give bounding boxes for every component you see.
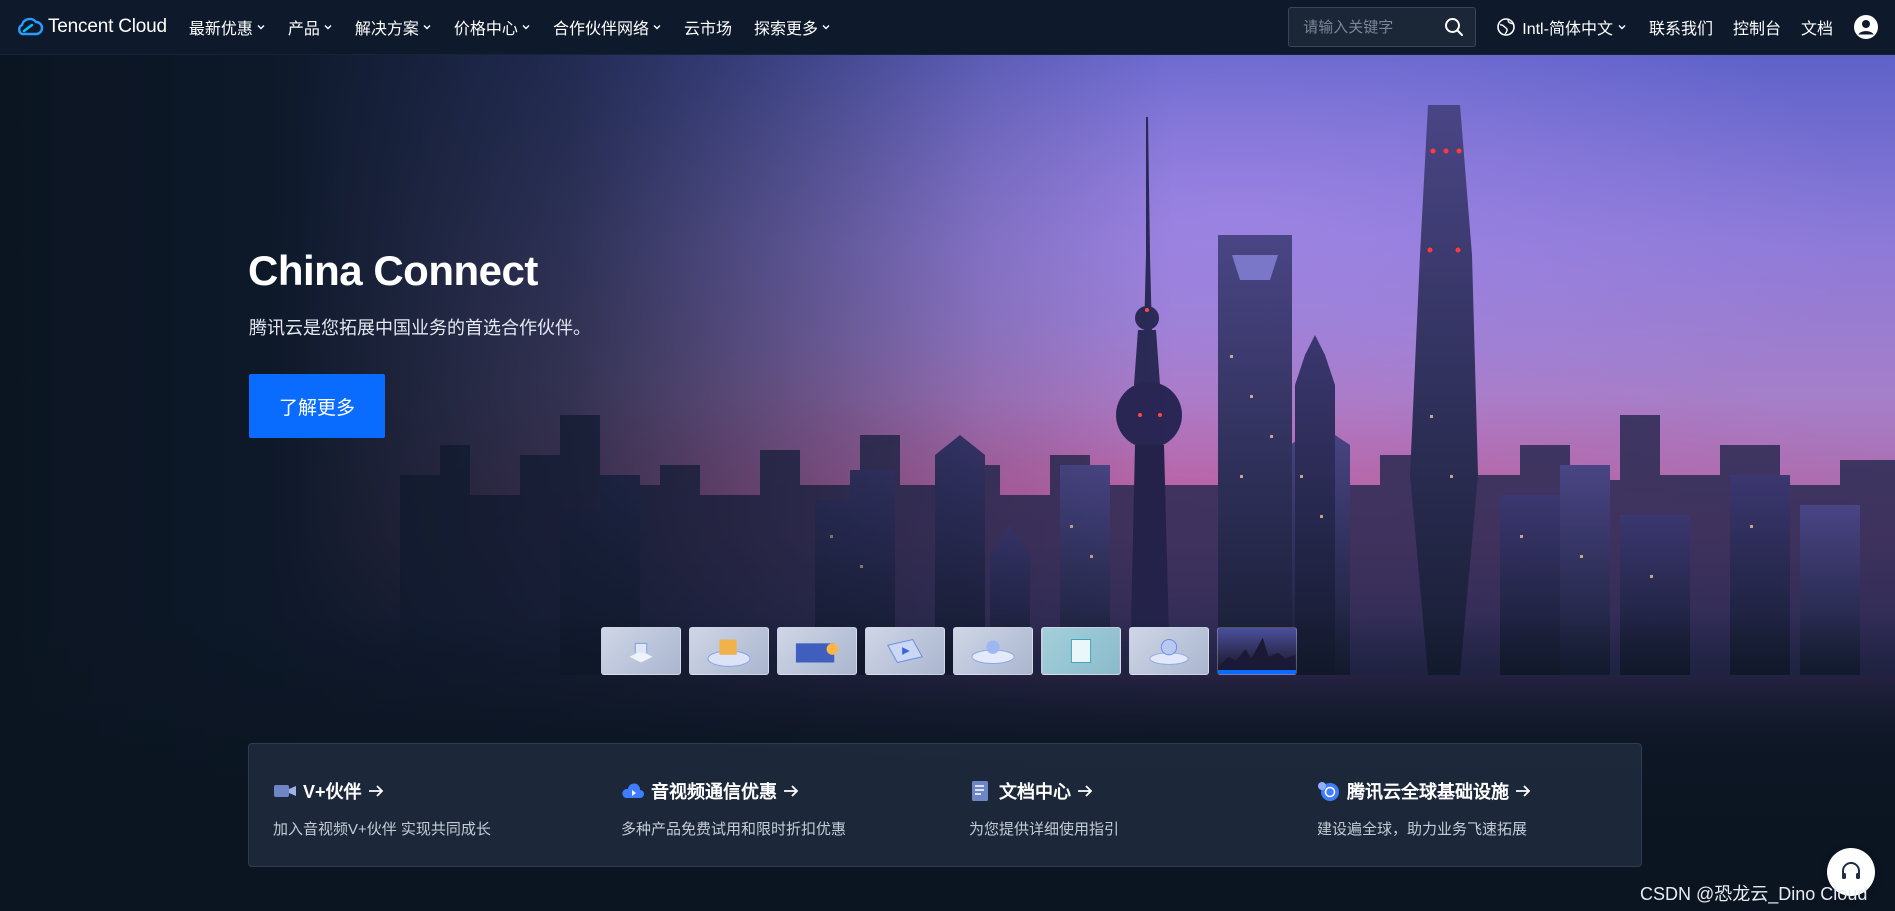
isometric-server-icon bbox=[629, 642, 653, 663]
card-description: 为您提供详细使用指引 bbox=[969, 821, 1120, 838]
nav-right: Intl-简体中文 联系我们 控制台 文档 bbox=[1288, 7, 1879, 47]
card-description: 多种产品免费试用和限时折扣优惠 bbox=[621, 821, 847, 838]
card-title: 腾讯云全球基础设施 bbox=[1347, 782, 1509, 802]
chevron-down-icon bbox=[1618, 25, 1626, 30]
arrow-right-icon bbox=[1078, 785, 1093, 797]
isometric-platform-icon bbox=[707, 639, 751, 667]
carousel-thumb[interactable] bbox=[1129, 627, 1209, 675]
logo[interactable]: Tencent Cloud bbox=[14, 16, 167, 38]
watermark: CSDN @恐龙云_Dino Cloud bbox=[1640, 884, 1868, 904]
arrow-right-icon bbox=[1516, 785, 1531, 797]
console-link[interactable]: 控制台 bbox=[1733, 15, 1781, 39]
nav-item-label: 最新优惠 bbox=[188, 21, 253, 38]
carousel-thumb[interactable] bbox=[865, 627, 945, 675]
isometric-device-icon bbox=[1042, 628, 1120, 674]
chevron-down-icon bbox=[522, 25, 530, 30]
carousel-thumb[interactable] bbox=[953, 627, 1033, 675]
search-box bbox=[1288, 7, 1477, 47]
page: Tencent Cloud 最新优惠 产品 解决方案 价格中心 合作伙伴网络 云… bbox=[0, 0, 1895, 911]
card-header: 音视频通信优惠 bbox=[621, 778, 945, 804]
card-description: 加入音视频V+伙伴 实现共同成长 bbox=[273, 821, 491, 838]
nav-item-partners[interactable]: 合作伙伴网络 bbox=[553, 15, 662, 39]
language-label: Intl-简体中文 bbox=[1522, 21, 1613, 38]
feature-cards: V+伙伴 加入音视频V+伙伴 实现共同成长 音视频通信优惠 多种产品免费试用和限… bbox=[248, 743, 1642, 867]
carousel-thumbnails bbox=[601, 627, 1305, 675]
nav-item-label: 探索更多 bbox=[753, 21, 818, 38]
isometric-globe-icon bbox=[1149, 639, 1189, 665]
globe-icon bbox=[1497, 18, 1516, 36]
chevron-down-icon bbox=[653, 25, 661, 30]
chevron-down-icon bbox=[423, 25, 431, 30]
nav-item-label: 产品 bbox=[287, 21, 320, 38]
chevron-down-icon bbox=[257, 25, 265, 30]
isometric-media-icon bbox=[795, 643, 839, 663]
carousel-thumb[interactable] bbox=[777, 627, 857, 675]
docs-link[interactable]: 文档 bbox=[1801, 15, 1833, 39]
nav-item-products[interactable]: 产品 bbox=[288, 15, 333, 39]
user-account-icon[interactable] bbox=[1853, 14, 1879, 40]
learn-more-button[interactable]: 了解更多 bbox=[249, 374, 385, 438]
nav-item-explore[interactable]: 探索更多 bbox=[754, 15, 831, 39]
carousel-thumb[interactable] bbox=[689, 627, 769, 675]
video-camera-icon bbox=[274, 785, 296, 797]
card-title: 文档中心 bbox=[999, 782, 1071, 802]
card-docs-center[interactable]: 文档中心 为您提供详细使用指引 bbox=[945, 744, 1293, 866]
card-description: 建设遍全球，助力业务飞速拓展 bbox=[1317, 821, 1528, 838]
card-vplus-partner[interactable]: V+伙伴 加入音视频V+伙伴 实现共同成长 bbox=[249, 744, 597, 866]
card-header: V+伙伴 bbox=[273, 778, 597, 804]
nav-item-label: 云市场 bbox=[683, 21, 732, 38]
nav-item-label: 价格中心 bbox=[453, 21, 518, 38]
carousel-thumb-active[interactable] bbox=[1217, 627, 1297, 675]
main-menu: 最新优惠 产品 解决方案 价格中心 合作伙伴网络 云市场 探索更多 bbox=[189, 15, 853, 39]
nav-item-label: 解决方案 bbox=[354, 21, 419, 38]
card-title: V+伙伴 bbox=[303, 782, 362, 802]
tencent-cloud-logo-icon bbox=[18, 17, 44, 36]
cloud-play-icon bbox=[622, 783, 644, 798]
card-global-infra[interactable]: 腾讯云全球基础设施 建设遍全球，助力业务飞速拓展 bbox=[1293, 744, 1641, 866]
nav-item-offers[interactable]: 最新优惠 bbox=[189, 15, 266, 39]
card-header: 腾讯云全球基础设施 bbox=[1317, 778, 1641, 804]
logo-text: Tencent Cloud bbox=[48, 16, 167, 37]
document-icon bbox=[972, 781, 988, 801]
nav-item-solutions[interactable]: 解决方案 bbox=[355, 15, 432, 39]
hero-title: China Connect bbox=[248, 247, 538, 294]
language-selector[interactable]: Intl-简体中文 bbox=[1496, 15, 1627, 39]
chevron-down-icon bbox=[822, 25, 830, 30]
card-header: 文档中心 bbox=[969, 778, 1293, 804]
chevron-down-icon bbox=[324, 25, 332, 30]
search-icon[interactable] bbox=[1443, 16, 1465, 38]
contact-us-link[interactable]: 联系我们 bbox=[1649, 15, 1713, 39]
globe-infra-icon bbox=[1318, 782, 1339, 801]
top-nav: Tencent Cloud 最新优惠 产品 解决方案 价格中心 合作伙伴网络 云… bbox=[0, 0, 1895, 55]
nav-item-marketplace[interactable]: 云市场 bbox=[684, 15, 732, 39]
isometric-video-icon bbox=[887, 638, 923, 664]
card-av-offers[interactable]: 音视频通信优惠 多种产品免费试用和限时折扣优惠 bbox=[597, 744, 945, 866]
carousel-thumb[interactable] bbox=[601, 627, 681, 675]
card-title: 音视频通信优惠 bbox=[651, 782, 777, 802]
nav-item-label: 合作伙伴网络 bbox=[552, 21, 649, 38]
isometric-cloud-icon bbox=[971, 640, 1015, 664]
hero-subtitle: 腾讯云是您拓展中国业务的首选合作伙伴。 bbox=[249, 318, 591, 338]
arrow-right-icon bbox=[784, 785, 799, 797]
carousel-thumb[interactable] bbox=[1041, 627, 1121, 675]
search-input[interactable] bbox=[1303, 18, 1444, 36]
nav-item-pricing[interactable]: 价格中心 bbox=[454, 15, 531, 39]
arrow-right-icon bbox=[368, 785, 383, 797]
skyline-thumbnail-icon bbox=[1218, 637, 1296, 674]
